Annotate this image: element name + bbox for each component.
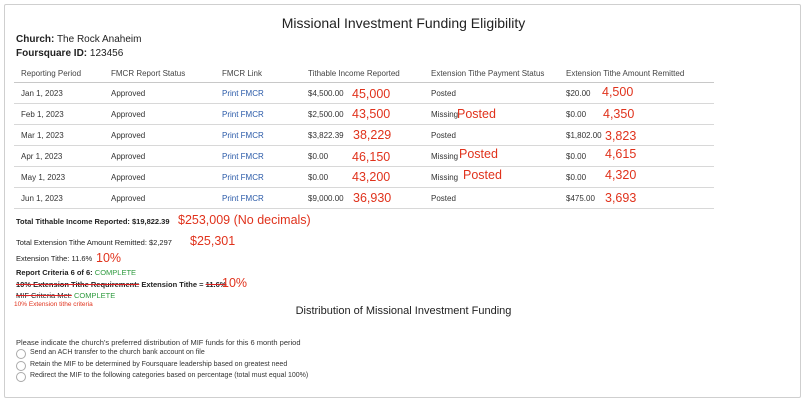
extension-tithe-annotation: 10% (96, 251, 122, 265)
period-cell: Jan 1, 2023 (21, 89, 63, 98)
period-cell: Jun 1, 2023 (21, 194, 63, 203)
distribution-title: Distribution of Missional Investment Fun… (295, 305, 512, 317)
payment-status-cell: Posted (431, 194, 456, 203)
mif-status: COMPLETE (73, 291, 116, 300)
amount-annotation: 4,500 (602, 85, 634, 99)
income-annotation: 45,000 (352, 87, 391, 101)
amount-annotation: 3,823 (605, 129, 637, 143)
criteria-status: COMPLETE (94, 268, 137, 277)
payment-status-cell: Missing (431, 173, 459, 182)
foursquare-label: Foursquare ID: (16, 48, 88, 59)
status-cell: Approved (111, 131, 146, 140)
header-payment-status[interactable]: Extension Tithe Payment Status (431, 69, 544, 78)
distribution-prompt: Please indicate the church's preferred d… (16, 338, 301, 347)
print-fmcr-link[interactable]: Print FMCR (222, 173, 264, 182)
retain-option-label[interactable]: Retain the MIF to be determined by Fours… (30, 361, 287, 368)
amount-cell: $0.00 (566, 152, 587, 161)
period-cell: Apr 1, 2023 (21, 152, 63, 161)
status-cell: Approved (111, 110, 146, 119)
foursquare-id: 123456 (89, 48, 124, 59)
income-cell: $2,500.00 (308, 110, 344, 119)
redirect-option-label[interactable]: Redirect the MIF to the following catego… (30, 372, 308, 379)
amount-annotation: 4,615 (605, 147, 637, 161)
ach-radio[interactable] (16, 349, 26, 359)
table-row: Mar 1, 2023 Approved Print FMCR $3,822.3… (14, 125, 714, 146)
status-cell: Approved (111, 89, 146, 98)
print-fmcr-link[interactable]: Print FMCR (222, 152, 264, 161)
church-info: Church: The Rock Anaheim (16, 34, 141, 45)
print-fmcr-link[interactable]: Print FMCR (222, 194, 264, 203)
church-name: The Rock Anaheim (56, 34, 142, 45)
total-income-annotation: $253,009 (No decimals) (178, 213, 311, 227)
requirement-line: 10% Extension Tithe Requirement: Extensi… (16, 280, 226, 289)
amount-annotation: 4,320 (605, 168, 637, 182)
income-annotation: 36,930 (353, 191, 392, 205)
income-cell: $0.00 (308, 152, 329, 161)
status-cell: Approved (111, 152, 146, 161)
table-row: Jan 1, 2023 Approved Print FMCR $4,500.0… (14, 83, 714, 104)
header-fmcr-status[interactable]: FMCR Report Status (111, 69, 185, 78)
payment-annotation: Posted (459, 147, 498, 161)
status-cell: Approved (111, 194, 146, 203)
amount-annotation: 3,693 (605, 191, 637, 205)
table-row: May 1, 2023 Approved Print FMCR $0.00 43… (14, 167, 714, 188)
report-criteria: Report Criteria 6 of 6: COMPLETE (16, 268, 136, 277)
print-fmcr-link[interactable]: Print FMCR (222, 110, 264, 119)
table-row: Feb 1, 2023 Approved Print FMCR $2,500.0… (14, 104, 714, 125)
amount-cell: $0.00 (566, 173, 587, 182)
mif-criteria-line: MIF Criteria Met: COMPLETE (16, 291, 115, 300)
header-tithable-income[interactable]: Tithable Income Reported (308, 69, 400, 78)
period-cell: Feb 1, 2023 (21, 110, 64, 119)
income-cell: $0.00 (308, 173, 329, 182)
income-annotation: 43,500 (352, 107, 391, 121)
period-cell: May 1, 2023 (21, 173, 66, 182)
table-row: Jun 1, 2023 Approved Print FMCR $9,000.0… (14, 188, 714, 209)
period-cell: Mar 1, 2023 (21, 131, 64, 140)
requirement-annotation: 10% (222, 276, 248, 290)
criteria-label: Report Criteria 6 of 6: (16, 268, 93, 277)
total-tithable-income: Total Tithable Income Reported: $19,822.… (16, 217, 170, 226)
income-annotation: 38,229 (353, 128, 392, 142)
income-annotation: 46,150 (352, 150, 391, 164)
amount-annotation: 4,350 (603, 107, 635, 121)
income-cell: $9,000.00 (308, 194, 344, 203)
payment-status-cell: Posted (431, 131, 456, 140)
payment-status-cell: Missing (431, 110, 459, 119)
print-fmcr-link[interactable]: Print FMCR (222, 131, 264, 140)
header-fmcr-link[interactable]: FMCR Link (222, 69, 262, 78)
redirect-radio[interactable] (16, 372, 26, 382)
header-amount-remitted[interactable]: Extension Tithe Amount Remitted (566, 69, 684, 78)
payment-annotation: Posted (457, 107, 496, 121)
foursquare-info: Foursquare ID: 123456 (16, 48, 123, 59)
total-remitted: Total Extension Tithe Amount Remitted: $… (16, 238, 172, 247)
income-cell: $4,500.00 (308, 89, 344, 98)
amount-cell: $475.00 (566, 194, 595, 203)
ach-option-label[interactable]: Send an ACH transfer to the church bank … (30, 349, 205, 356)
amount-cell: $0.00 (566, 110, 587, 119)
extension-tithe: Extension Tithe: 11.6% (16, 254, 93, 263)
requirement-text: Extension Tithe = (141, 280, 204, 289)
income-cell: $3,822.39 (308, 131, 344, 140)
payment-status-cell: Missing (431, 152, 459, 161)
payment-annotation: Posted (463, 168, 502, 182)
print-fmcr-link[interactable]: Print FMCR (222, 89, 264, 98)
header-reporting-period[interactable]: Reporting Period (21, 69, 81, 78)
page-title: Missional Investment Funding Eligibility (281, 15, 526, 31)
income-annotation: 43,200 (352, 170, 391, 184)
status-cell: Approved (111, 173, 146, 182)
mif-label: MIF Criteria Met: (16, 291, 72, 300)
requirement-label: 10% Extension Tithe Requirement: (16, 280, 140, 289)
payment-status-cell: Posted (431, 89, 456, 98)
amount-cell: $20.00 (566, 89, 591, 98)
table-row: Apr 1, 2023 Approved Print FMCR $0.00 46… (14, 146, 714, 167)
total-remitted-annotation: $25,301 (190, 234, 236, 248)
amount-cell: $1,802.00 (566, 131, 602, 140)
church-label: Church: (16, 34, 55, 45)
retain-radio[interactable] (16, 361, 26, 371)
table-header-row: Reporting Period FMCR Report Status FMCR… (14, 63, 714, 83)
fmcr-table: Reporting Period FMCR Report Status FMCR… (14, 63, 714, 209)
